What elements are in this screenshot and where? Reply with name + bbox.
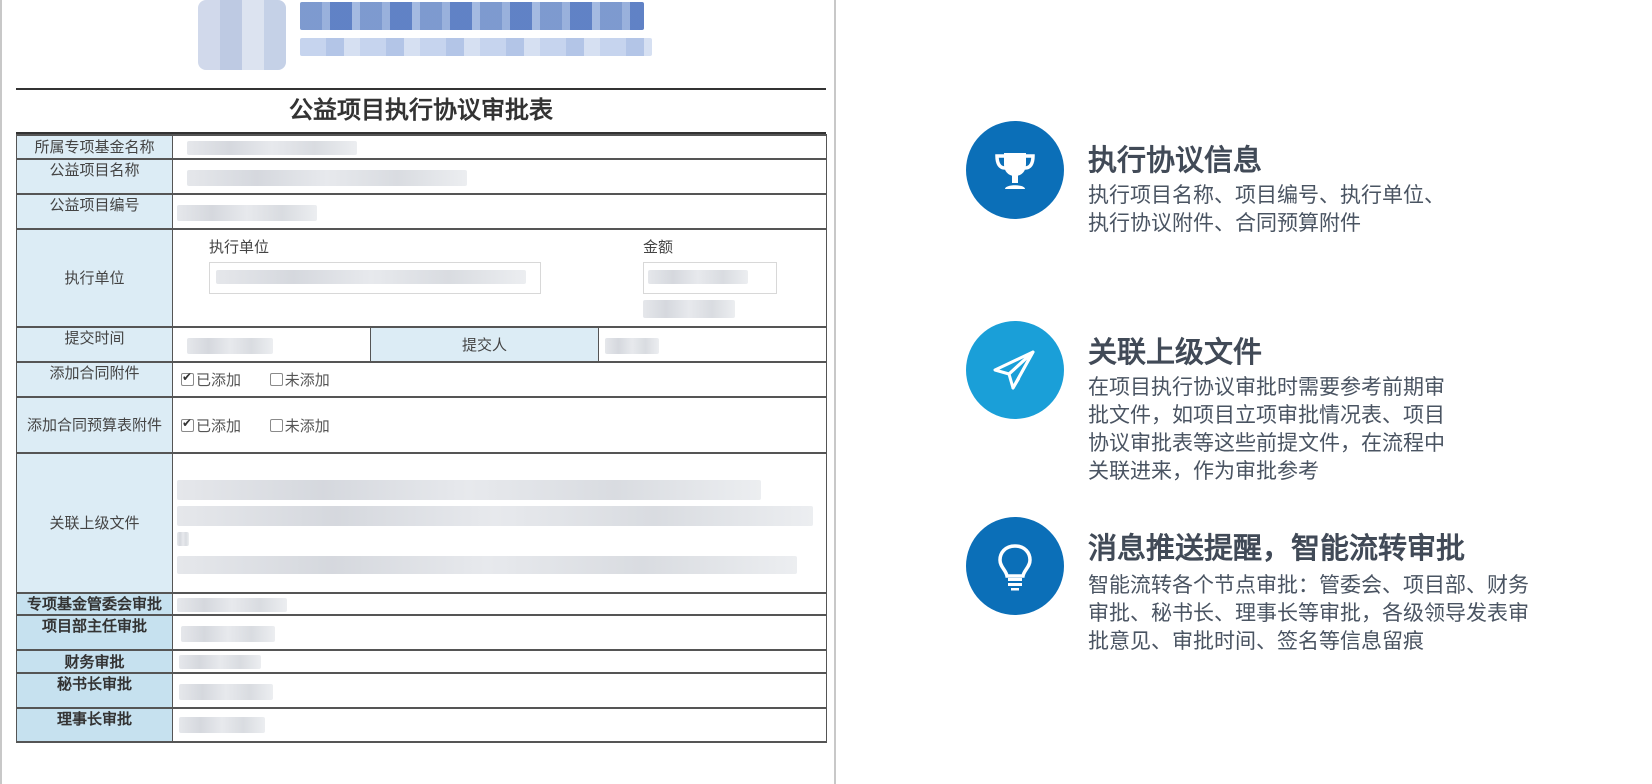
feature-exec-agreement: 执行协议信息 执行项目名称、项目编号、执行单位、 执行协议附件、合同预算附件 bbox=[966, 121, 1646, 241]
table-row: 理事长审批 bbox=[16, 707, 828, 743]
feature-message-push: 消息推送提醒，智能流转审批 智能流转各个节点审批：管委会、项目部、财务 审批、秘… bbox=[966, 517, 1646, 667]
feature-related-docs: 关联上级文件 在项目执行协议审批时需要参考前期审 批文件，如项目立项审批情况表、… bbox=[966, 321, 1646, 491]
fund-name-value bbox=[171, 134, 828, 160]
label-exec-unit: 执行单位 bbox=[16, 228, 173, 328]
exec-unit-cell: 执行单位 金额 bbox=[171, 228, 828, 328]
label-finance: 财务审批 bbox=[16, 649, 173, 674]
feature-description: 执行项目名称、项目编号、执行单位、 执行协议附件、合同预算附件 bbox=[1088, 183, 1445, 235]
label-secretary-general: 秘书长审批 bbox=[16, 672, 173, 709]
paper-plane-icon bbox=[966, 321, 1064, 419]
form-title: 公益项目执行协议审批表 bbox=[16, 88, 826, 134]
checkbox-checked-icon bbox=[181, 370, 194, 386]
approval-form-panel: 公益项目执行协议审批表 所属专项基金名称 公益项目名称 公益项目编号 执行单位 … bbox=[0, 0, 836, 784]
finance-value bbox=[171, 649, 828, 674]
label-fund-name: 所属专项基金名称 bbox=[16, 134, 173, 160]
label-budget-attach: 添加合同预算表附件 bbox=[16, 396, 173, 454]
amount-sublabel: 金额 bbox=[643, 238, 674, 256]
checkbox-unchecked-icon bbox=[269, 373, 283, 386]
feature-description: 智能流转各个节点审批：管委会、项目部、财务 审批、秘书长、理事长等审批，各级领导… bbox=[1088, 573, 1529, 653]
table-row: 秘书长审批 bbox=[16, 672, 828, 709]
related-docs-value bbox=[171, 452, 828, 594]
exec-unit-input[interactable] bbox=[209, 262, 541, 294]
table-row: 提交时间 提交人 bbox=[16, 326, 828, 363]
label-contract-attach: 添加合同附件 bbox=[16, 361, 173, 398]
label-project-no: 公益项目编号 bbox=[16, 193, 173, 230]
table-row: 公益项目编号 bbox=[16, 193, 828, 230]
feature-title: 执行协议信息 bbox=[1088, 143, 1263, 177]
label-chairman: 理事长审批 bbox=[16, 707, 173, 743]
label-related-docs: 关联上级文件 bbox=[16, 452, 173, 594]
table-row: 公益项目名称 bbox=[16, 158, 828, 195]
feature-title: 关联上级文件 bbox=[1088, 335, 1263, 369]
label-project-name: 公益项目名称 bbox=[16, 158, 173, 195]
project-name-value bbox=[171, 158, 828, 195]
dept-director-value bbox=[171, 614, 828, 651]
lightbulb-icon bbox=[966, 517, 1064, 615]
organization-subtitle-blurred bbox=[300, 38, 652, 56]
budget-attach-options: 已添加 未添加 bbox=[171, 396, 828, 454]
feature-title: 消息推送提醒，智能流转审批 bbox=[1088, 531, 1466, 565]
submit-time-value bbox=[172, 326, 371, 363]
table-row: 关联上级文件 bbox=[16, 452, 828, 594]
contract-attach-options: 已添加 未添加 bbox=[171, 361, 828, 398]
secretary-general-value bbox=[171, 672, 828, 709]
checkbox-checked-icon bbox=[181, 416, 194, 432]
table-row: 项目部主任审批 bbox=[16, 614, 828, 651]
exec-unit-sublabel: 执行单位 bbox=[209, 238, 270, 256]
table-row: 专项基金管委会审批 bbox=[16, 592, 828, 616]
label-fund-committee: 专项基金管委会审批 bbox=[16, 592, 173, 616]
contract-not-added-checkbox[interactable]: 未添加 bbox=[269, 369, 330, 390]
organization-logo bbox=[198, 0, 286, 70]
trophy-icon bbox=[966, 121, 1064, 219]
feature-description: 在项目执行协议审批时需要参考前期审 批文件，如项目立项审批情况表、项目 协议审批… bbox=[1088, 375, 1445, 483]
submitter-value bbox=[597, 326, 828, 363]
table-row: 添加合同预算表附件 已添加 未添加 bbox=[16, 396, 828, 454]
approval-form-table: 所属专项基金名称 公益项目名称 公益项目编号 执行单位 执行单位 金额 提交时间… bbox=[16, 134, 828, 743]
amount-input[interactable] bbox=[643, 262, 777, 294]
table-row: 添加合同附件 已添加 未添加 bbox=[16, 361, 828, 398]
budget-added-checkbox[interactable]: 已添加 bbox=[181, 415, 241, 436]
table-row: 财务审批 bbox=[16, 649, 828, 674]
chairman-value bbox=[171, 707, 828, 743]
organization-name-blurred bbox=[300, 2, 644, 30]
budget-not-added-checkbox[interactable]: 未添加 bbox=[269, 415, 330, 436]
contract-added-checkbox[interactable]: 已添加 bbox=[181, 369, 241, 390]
label-submit-time: 提交时间 bbox=[16, 326, 173, 363]
label-dept-director: 项目部主任审批 bbox=[16, 614, 173, 651]
table-row: 所属专项基金名称 bbox=[16, 134, 828, 160]
project-no-value bbox=[171, 193, 828, 230]
label-submitter: 提交人 bbox=[370, 326, 599, 363]
fund-committee-value bbox=[171, 592, 828, 616]
checkbox-unchecked-icon bbox=[269, 418, 283, 432]
table-row: 执行单位 执行单位 金额 bbox=[16, 228, 828, 328]
